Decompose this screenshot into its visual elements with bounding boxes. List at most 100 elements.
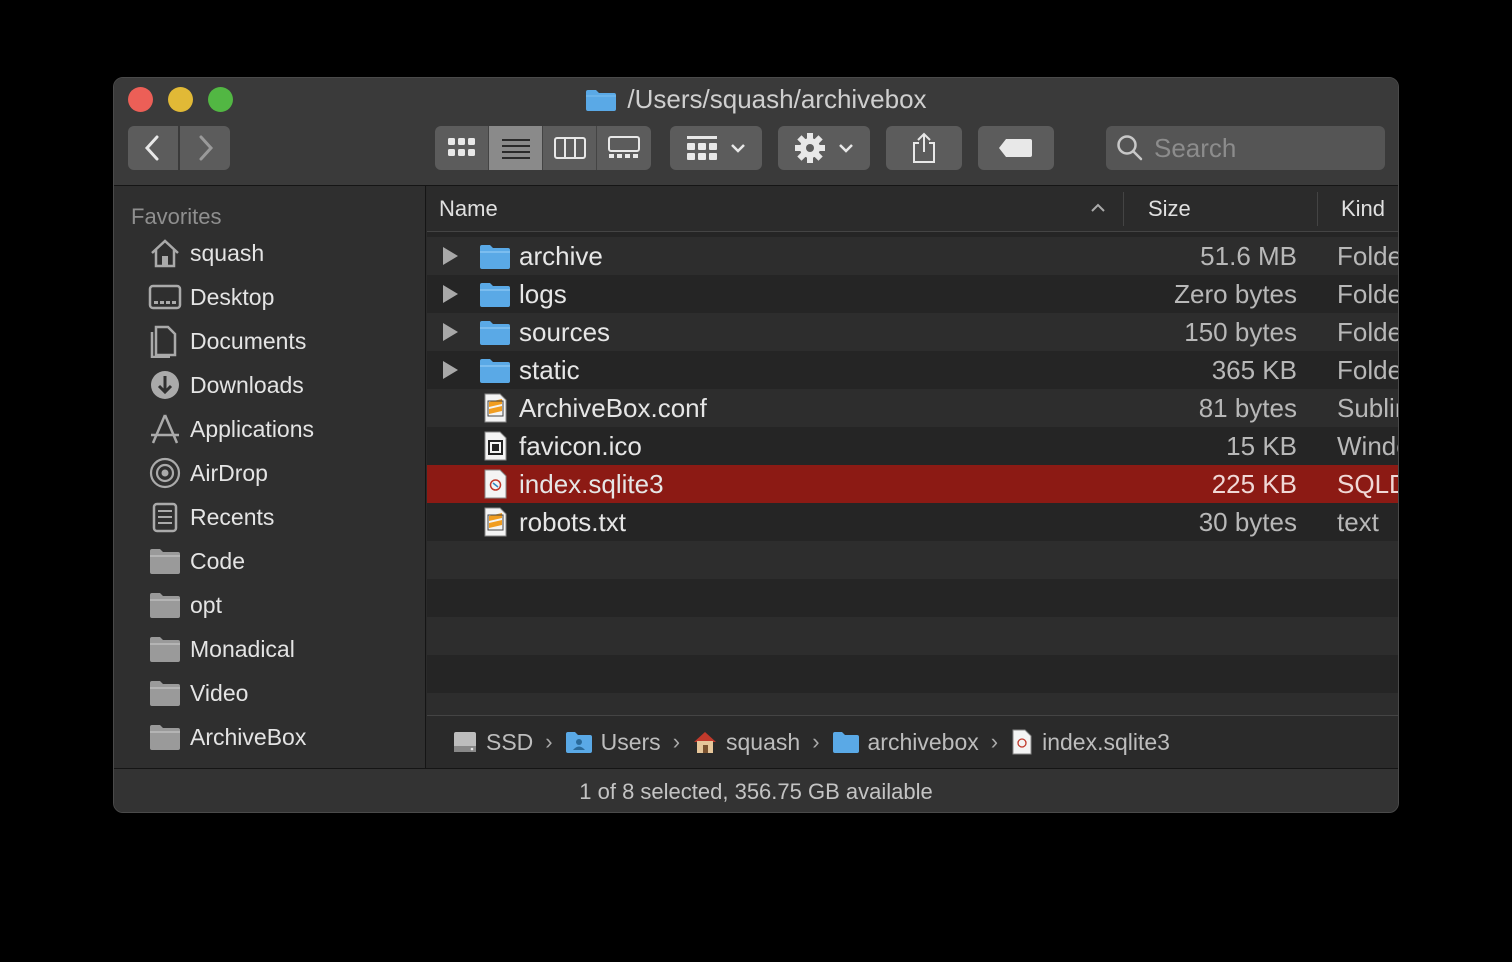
action-menu-button[interactable]: [778, 126, 870, 170]
file-row-archivebox-conf[interactable]: ArchiveBox.conf 81 bytes Sublime: [427, 389, 1398, 427]
share-button[interactable]: [886, 126, 962, 170]
desktop-icon: [148, 284, 182, 310]
file-size: 81 bytes: [1198, 393, 1297, 423]
column-header-name[interactable]: Name: [439, 196, 498, 222]
sublime-document-icon: [484, 507, 507, 537]
file-name: sources: [519, 317, 611, 347]
path-crumb-label: Users: [600, 728, 661, 755]
empty-row: [427, 541, 1398, 579]
search-field[interactable]: [1106, 126, 1385, 170]
sidebar-item-code[interactable]: Code: [148, 541, 245, 581]
file-row-index-sqlite3[interactable]: index.sqlite3 225 KB SQLD: [427, 465, 1398, 503]
folder-icon: [480, 245, 510, 269]
toolbar: /Users/squash/archivebox: [114, 78, 1398, 186]
path-crumb-label: squash: [726, 728, 801, 755]
path-crumb-label: SSD: [486, 728, 534, 755]
recents-icon: [152, 502, 178, 533]
folder-icon: [150, 681, 180, 706]
airdrop-icon: [149, 457, 181, 489]
path-separator-icon: ›: [812, 729, 820, 754]
sidebar-item-label: Downloads: [190, 371, 304, 398]
file-kind: Folder: [1337, 279, 1398, 309]
disclosure-triangle-icon[interactable]: [443, 247, 458, 265]
path-crumb-ssd[interactable]: SSD: [452, 729, 533, 756]
column-header-size[interactable]: Size: [1148, 196, 1191, 222]
column-header-row: Name Size Kind: [427, 186, 1398, 232]
sidebar-item-squash[interactable]: squash: [148, 233, 264, 273]
sidebar-item-applications[interactable]: Applications: [148, 409, 314, 449]
applications-icon: [151, 414, 179, 444]
path-crumb-squash[interactable]: squash: [692, 729, 800, 756]
sidebar-item-monadical[interactable]: Monadical: [148, 629, 295, 669]
disclosure-triangle-icon[interactable]: [443, 323, 458, 341]
file-name: ArchiveBox.conf: [519, 393, 707, 423]
sidebar-item-downloads[interactable]: Downloads: [148, 365, 304, 405]
file-row-robots-txt[interactable]: robots.txt 30 bytes text: [427, 503, 1398, 541]
sublime-document-icon: [484, 393, 507, 423]
sidebar-item-label: Applications: [190, 415, 315, 442]
file-kind: Folder: [1337, 241, 1398, 271]
disclosure-triangle-icon[interactable]: [443, 285, 458, 303]
users-folder-icon: [565, 732, 592, 753]
file-name: static: [519, 355, 580, 385]
file-row-logs[interactable]: logs Zero bytes Folder: [427, 275, 1398, 313]
file-row-static[interactable]: static 365 KB Folder: [427, 351, 1398, 389]
window-title-text: /Users/squash/archivebox: [627, 84, 927, 114]
sidebar-item-recents[interactable]: Recents: [148, 497, 274, 537]
file-name: logs: [519, 279, 567, 309]
path-bar: SSD › Users › squash › archivebox › inde…: [427, 715, 1398, 768]
view-mode-segmented: [435, 126, 651, 170]
forward-button[interactable]: [180, 126, 230, 170]
path-crumb-users[interactable]: Users: [565, 729, 661, 756]
sidebar-heading: Favorites: [131, 204, 222, 229]
folder-icon: [480, 321, 510, 345]
file-size: 225 KB: [1211, 469, 1297, 499]
disclosure-triangle-icon[interactable]: [443, 361, 458, 379]
file-row-favicon[interactable]: favicon.ico 15 KB Windows: [427, 427, 1398, 465]
sidebar-item-opt[interactable]: opt: [148, 585, 222, 625]
empty-row: [427, 579, 1398, 617]
folder-icon: [150, 637, 180, 662]
file-kind: Folder: [1337, 317, 1398, 347]
sidebar-item-label: opt: [190, 591, 222, 618]
file-kind: Folder: [1337, 355, 1398, 385]
file-name: robots.txt: [519, 507, 626, 537]
search-input[interactable]: [1154, 132, 1374, 164]
sidebar-item-desktop[interactable]: Desktop: [148, 277, 274, 317]
path-separator-icon: ›: [990, 729, 999, 754]
path-separator-icon: ›: [672, 729, 681, 754]
sidebar-item-airdrop[interactable]: AirDrop: [148, 453, 268, 493]
drive-icon: [454, 732, 476, 752]
tag-icon: [999, 139, 1032, 157]
gallery-view-button[interactable]: [597, 126, 651, 170]
group-by-button[interactable]: [670, 126, 762, 170]
file-size: 15 KB: [1226, 431, 1297, 461]
column-view-button[interactable]: [543, 126, 597, 170]
folder-icon: [480, 359, 510, 383]
file-kind: Windows: [1337, 431, 1398, 461]
path-crumb-index-sqlite3[interactable]: index.sqlite3: [1010, 729, 1170, 756]
path-crumb-archivebox[interactable]: archivebox: [832, 729, 979, 756]
sidebar-item-video[interactable]: Video: [148, 673, 248, 713]
file-row-archive[interactable]: archive 51.6 MB Folder: [427, 237, 1398, 275]
file-name: favicon.ico: [519, 431, 642, 461]
sidebar-item-documents[interactable]: Documents: [148, 321, 306, 361]
list-view-button[interactable]: [489, 126, 543, 170]
folder-icon: [150, 725, 180, 750]
icon-view-button[interactable]: [435, 126, 489, 170]
chevron-right-icon: [199, 135, 214, 161]
sidebar-item-label: Recents: [190, 503, 275, 530]
home-icon: [694, 732, 717, 753]
tag-button[interactable]: [978, 126, 1054, 170]
sidebar: Favorites squash Desktop Documents Downl…: [114, 186, 426, 768]
file-name: archive: [519, 241, 603, 271]
finder-window: /Users/squash/archivebox Search Favorite…: [113, 77, 1399, 813]
file-row-sources[interactable]: sources 150 bytes Folder: [427, 313, 1398, 351]
sidebar-item-label: ArchiveBox: [190, 723, 307, 750]
sidebar-item-label: AirDrop: [190, 459, 268, 486]
empty-row: [427, 655, 1398, 693]
back-button[interactable]: [128, 126, 178, 170]
path-crumb-label: index.sqlite3: [1042, 728, 1170, 755]
sidebar-item-archivebox[interactable]: ArchiveBox: [148, 717, 306, 757]
column-header-kind[interactable]: Kind: [1341, 196, 1385, 222]
